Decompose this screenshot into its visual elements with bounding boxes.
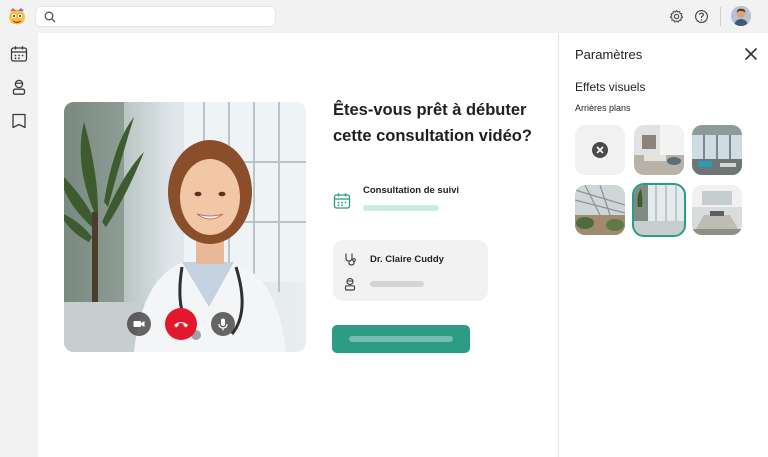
gear-icon[interactable] (669, 9, 684, 24)
search-input[interactable] (62, 9, 267, 24)
calendar-icon[interactable] (10, 45, 28, 63)
doctor-name: Dr. Claire Cuddy (370, 254, 444, 265)
hangup-icon (174, 322, 188, 328)
consultation-type: Consultation de suivi (363, 185, 460, 196)
app-logo[interactable] (6, 5, 28, 27)
doctor-detail-placeholder-bar (370, 281, 424, 287)
microphone-button[interactable] (211, 312, 235, 336)
close-icon[interactable] (744, 47, 758, 61)
search-icon (44, 11, 56, 23)
divider (720, 7, 721, 26)
avatar[interactable] (731, 6, 751, 26)
bookmark-icon[interactable] (10, 112, 28, 130)
doctor-card: Dr. Claire Cuddy (333, 240, 488, 301)
background-none[interactable] (575, 125, 625, 175)
panel-title: Paramètres (575, 47, 643, 62)
patient-icon[interactable] (10, 78, 28, 96)
button-label-placeholder (349, 336, 453, 342)
background-glass-office[interactable] (692, 125, 742, 175)
consultation-placeholder-bar (363, 205, 439, 211)
person-icon (344, 277, 356, 291)
settings-panel: Paramètres Effets visuels Arrières plans (558, 33, 768, 457)
stethoscope-icon (345, 253, 356, 266)
section-title: Effets visuels (575, 80, 646, 94)
page-title: Êtes-vous prêt à débuter cette consultat… (333, 101, 532, 145)
help-icon[interactable] (694, 9, 709, 24)
subsection-title: Arrières plans (575, 103, 631, 113)
background-atrium[interactable] (575, 185, 625, 235)
left-rail (0, 33, 38, 457)
main-content: Êtes-vous prêt à débuter cette consultat… (38, 33, 558, 457)
top-bar (0, 0, 768, 33)
remove-background-icon (592, 142, 608, 158)
search-bar[interactable] (35, 6, 276, 27)
hangup-button[interactable] (165, 308, 197, 340)
start-consultation-button[interactable] (332, 325, 470, 353)
background-corridor[interactable] (632, 183, 686, 237)
microphone-icon (218, 318, 228, 330)
background-meeting-room[interactable] (692, 185, 742, 235)
camera-icon (133, 321, 145, 327)
camera-button[interactable] (127, 312, 151, 336)
calendar-icon (333, 193, 351, 209)
background-office-lounge[interactable] (634, 125, 684, 175)
